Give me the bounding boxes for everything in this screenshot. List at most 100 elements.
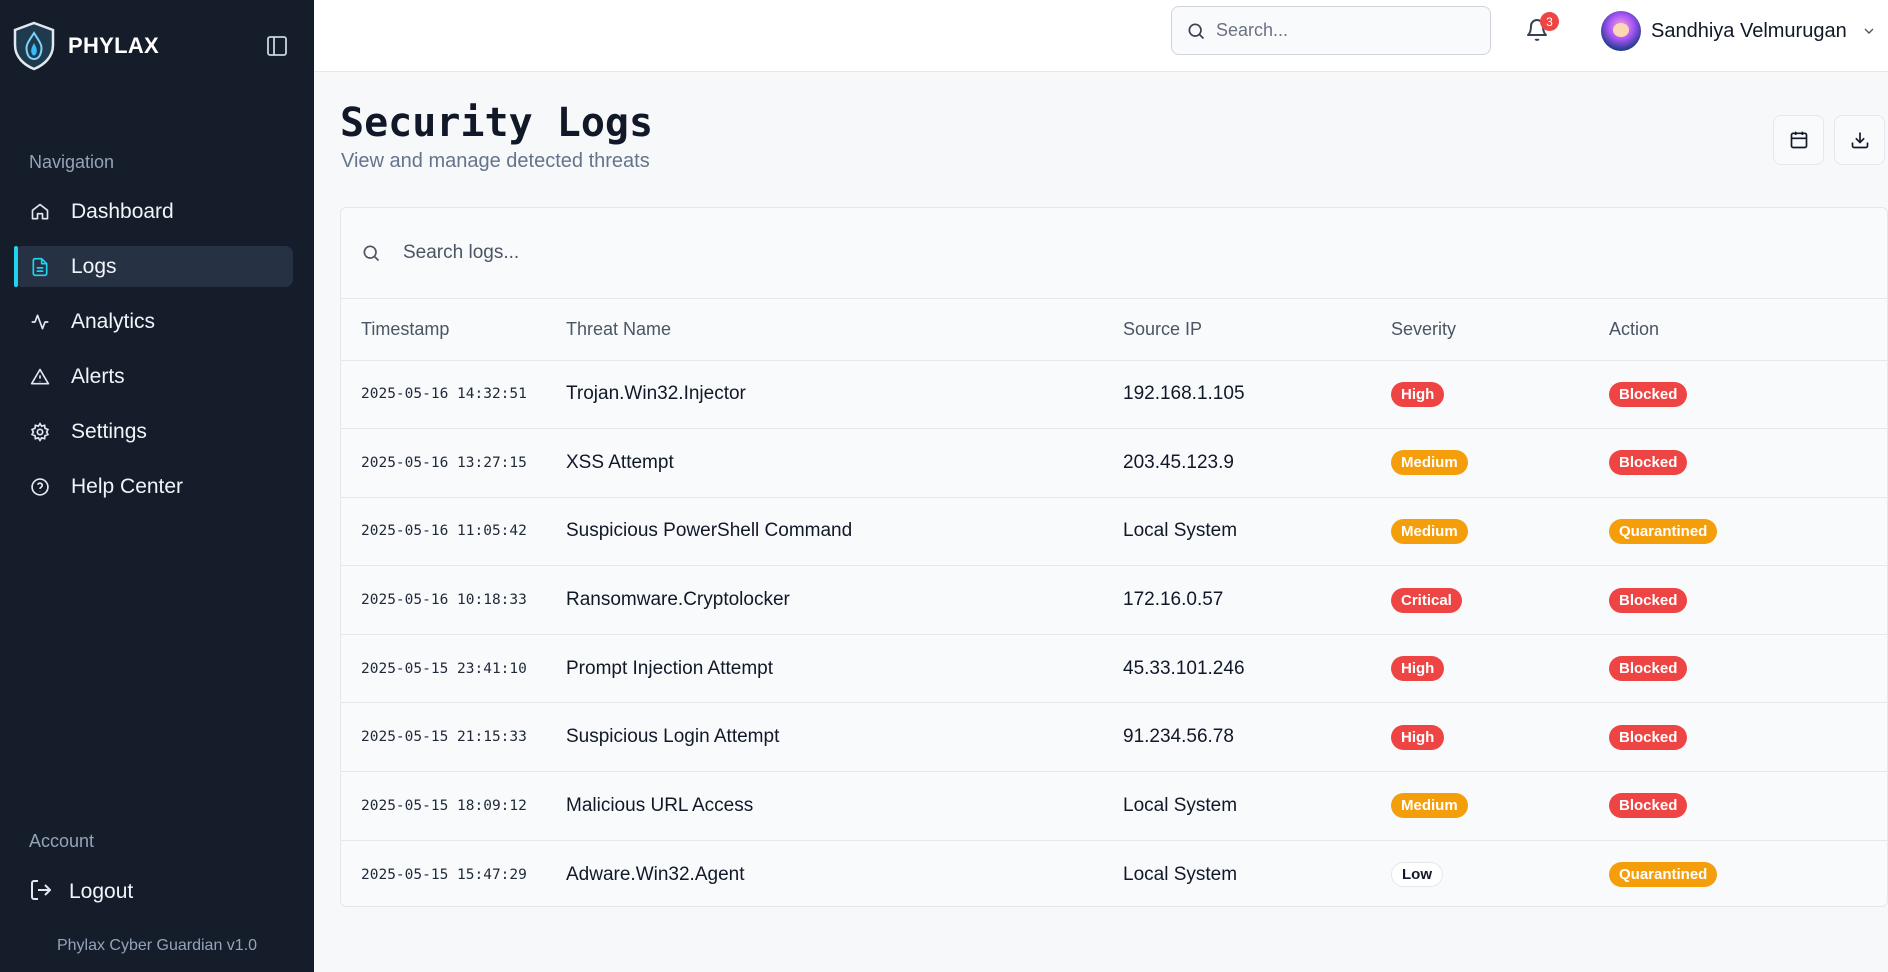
source-ip-cell: 203.45.123.9 [1123,428,1391,498]
table-row[interactable]: 2025-05-16 14:32:51 Trojan.Win32.Injecto… [341,360,1887,430]
threat-name-cell: Trojan.Win32.Injector [566,360,1123,430]
search-icon [363,245,380,262]
action-badge: Quarantined [1609,518,1718,544]
action-cell: Quarantined [1609,840,1887,906]
timestamp-cell: 2025-05-16 14:32:51 [341,360,566,430]
sidebar-item-alerts[interactable]: Alerts [14,356,293,397]
page-subtitle: View and manage detected threats [341,150,650,172]
table-row[interactable]: 2025-05-16 10:18:33 Ransomware.Cryptoloc… [341,565,1887,635]
sidebar-panel-icon [267,36,287,56]
brand[interactable]: PHYLAX [10,20,159,72]
source-ip-cell: Local System [1123,863,1238,885]
severity-cell: High [1391,702,1609,773]
notification-count-badge: 3 [1540,12,1559,31]
shield-logo-icon [10,20,58,72]
account-section-label: Account [29,831,95,851]
gear-icon [29,421,51,443]
calendar-icon [1790,131,1807,149]
column-header-severity[interactable]: Severity [1391,299,1609,361]
timestamp-cell: 2025-05-15 18:09:12 [341,771,566,841]
global-search[interactable] [1171,6,1491,55]
table-row[interactable]: 2025-05-15 23:41:10 Prompt Injection Att… [341,634,1887,704]
sidebar-item-logs[interactable]: Logs [14,246,293,287]
sidebar: PHYLAX Navigation Dashboard Logs Analyti… [0,0,314,972]
sidebar-item-label: Help Center [71,474,184,498]
source-ip-cell: 172.16.0.57 [1123,565,1391,635]
action-badge: Blocked [1609,381,1688,407]
sidebar-toggle-button[interactable] [264,33,290,59]
logs-search[interactable] [341,208,1887,299]
help-circle-icon [29,476,51,498]
sidebar-item-label: Alerts [71,364,125,388]
logs-table: Timestamp Threat Name Source IP Severity… [341,299,1887,906]
timestamp-cell: 2025-05-16 13:27:15 [341,428,566,498]
severity-badge: Medium [1391,450,1468,476]
action-badge: Blocked [1609,724,1688,750]
severity-cell: Low [1391,840,1609,906]
sidebar-item-analytics[interactable]: Analytics [14,301,293,342]
threat-name-cell: Malicious URL Access [566,771,1123,841]
action-badge: Quarantined [1609,862,1718,888]
severity-badge: Medium [1391,518,1468,544]
severity-badge: Low [1391,862,1443,888]
action-cell: Blocked [1609,702,1887,773]
chevron-down-icon [1861,23,1877,39]
action-cell: Quarantined [1609,497,1887,567]
action-cell: Blocked [1609,634,1887,704]
global-search-input[interactable] [1216,20,1476,41]
table-row[interactable]: 2025-05-15 21:15:33 Suspicious Login Att… [341,702,1887,773]
app-version: Phylax Cyber Guardian v1.0 [56,937,258,954]
severity-cell: Medium [1391,497,1609,567]
column-header-action[interactable]: Action [1609,299,1887,361]
nav-section-label: Navigation [29,152,115,172]
sidebar-item-label: Logs [71,254,117,278]
action-cell: Blocked [1609,360,1887,430]
table-row[interactable]: 2025-05-15 15:47:29 Adware.Win32.Agent L… [341,840,1887,906]
timestamp-cell: 2025-05-15 21:15:33 [341,702,566,773]
table-row[interactable]: 2025-05-15 18:09:12 Malicious URL Access… [341,771,1887,841]
topbar: 3 Sandhiya Velmurugan [314,0,1888,72]
logs-card: Timestamp Threat Name Source IP Severity… [340,207,1888,907]
nav-list: Dashboard Logs Analytics Alerts Settings [14,191,293,521]
severity-badge: Medium [1391,793,1468,819]
logout-label: Logout [69,880,134,903]
sidebar-item-help-center[interactable]: Help Center [14,466,293,507]
action-badge: Blocked [1609,656,1688,682]
action-cell: Blocked [1609,428,1887,498]
timestamp-cell: 2025-05-15 15:47:29 [361,866,527,883]
table-header-row: Timestamp Threat Name Source IP Severity… [341,299,1887,361]
notifications-button[interactable]: 3 [1525,12,1559,44]
sidebar-item-settings[interactable]: Settings [14,411,293,452]
action-badge: Blocked [1609,793,1688,819]
column-header-threat-name[interactable]: Threat Name [566,299,1123,361]
table-row[interactable]: 2025-05-16 13:27:15 XSS Attempt 203.45.1… [341,428,1887,498]
user-name: Sandhiya Velmurugan [1651,19,1847,42]
date-filter-button[interactable] [1773,115,1824,165]
severity-cell: High [1391,634,1609,704]
activity-icon [29,311,51,333]
action-badge: Blocked [1609,587,1688,613]
table-row[interactable]: 2025-05-16 11:05:42 Suspicious PowerShel… [341,497,1887,567]
page-title: Security Logs [340,100,654,146]
export-button[interactable] [1834,115,1885,165]
download-icon [1851,132,1868,149]
source-ip-cell: 45.33.101.246 [1123,634,1391,704]
action-badge: Blocked [1609,450,1688,476]
logs-search-input[interactable] [403,242,1003,264]
avatar [1601,11,1641,51]
severity-badge: High [1391,381,1445,407]
sidebar-item-dashboard[interactable]: Dashboard [14,191,293,232]
logout-button[interactable]: Logout [29,875,133,909]
search-icon [1188,23,1205,39]
threat-name-cell: Prompt Injection Attempt [566,634,1123,704]
column-header-timestamp[interactable]: Timestamp [341,299,566,361]
user-menu[interactable]: Sandhiya Velmurugan [1601,10,1877,52]
brand-name: PHYLAX [68,33,160,58]
column-header-source-ip[interactable]: Source IP [1123,299,1391,361]
threat-name-cell: XSS Attempt [566,428,1123,498]
source-ip-cell: 192.168.1.105 [1123,360,1391,430]
logout-icon [29,878,53,907]
timestamp-cell: 2025-05-16 11:05:42 [341,497,566,567]
severity-cell: High [1391,360,1609,430]
sidebar-item-label: Dashboard [71,199,174,223]
